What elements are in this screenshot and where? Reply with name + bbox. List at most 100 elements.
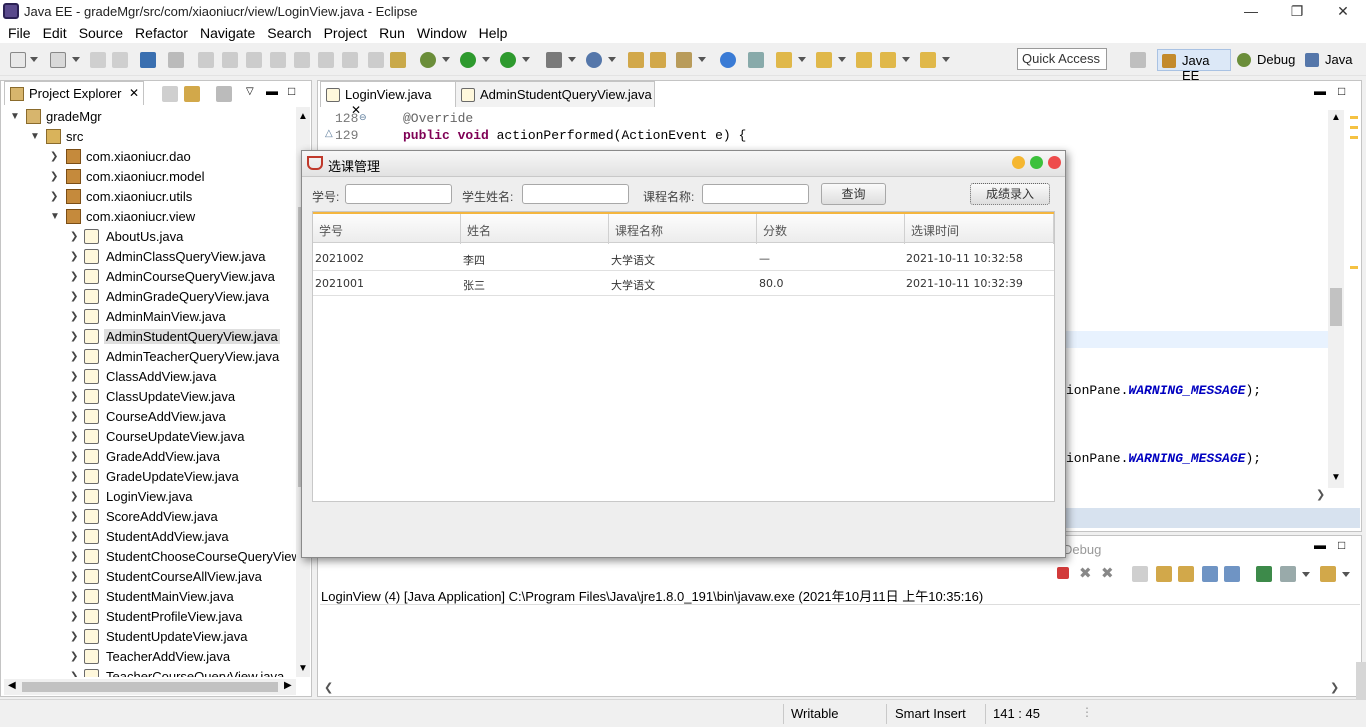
column-header-name[interactable]: 姓名 (461, 214, 609, 244)
scroll-left-icon[interactable]: ❮ (324, 681, 333, 694)
view-menu-icon[interactable]: ▽ (246, 86, 254, 97)
menu-refactor[interactable]: Refactor (127, 23, 192, 41)
remove-all-icon[interactable]: ✖ (1101, 564, 1114, 582)
last-edit-icon[interactable] (856, 52, 872, 68)
remove-launch-icon[interactable]: ✖ (1079, 564, 1092, 582)
web-browser-icon[interactable] (720, 52, 736, 68)
open-type-icon[interactable] (628, 52, 644, 68)
column-header-course-name[interactable]: 课程名称 (609, 214, 757, 244)
fold-icon[interactable]: ⊖ (359, 112, 367, 123)
toggle-mark-icon[interactable] (748, 52, 764, 68)
scroll-down-icon[interactable]: ▼ (298, 663, 308, 674)
dialog-minimize-icon[interactable] (1012, 156, 1025, 169)
scroll-lock-icon[interactable] (1156, 566, 1172, 582)
scroll-right-icon[interactable]: ❯ (1330, 681, 1339, 694)
scroll-down-icon[interactable]: ▼ (1331, 472, 1341, 483)
minimize-icon[interactable]: — (1228, 0, 1274, 23)
scroll-up-icon[interactable]: ▲ (1331, 112, 1341, 123)
use-step-filters-icon[interactable] (390, 52, 406, 68)
filters-icon[interactable] (216, 86, 232, 102)
new-java-class-icon[interactable] (586, 52, 602, 68)
scroll-right-icon[interactable]: ❯ (1316, 488, 1325, 501)
step-into-icon[interactable] (294, 52, 310, 68)
open-console-icon[interactable] (1320, 566, 1336, 582)
new-java-project-icon[interactable] (546, 52, 562, 68)
editor-vertical-scrollbar[interactable]: ▲ ▼ (1328, 110, 1344, 488)
disconnect-icon[interactable] (270, 52, 286, 68)
next-annotation-icon[interactable] (776, 52, 792, 68)
perspective-debug[interactable]: Debug (1233, 49, 1299, 71)
drop-to-frame-icon[interactable] (368, 52, 384, 68)
scroll-up-icon[interactable]: ▲ (298, 111, 308, 122)
step-over-icon[interactable] (318, 52, 334, 68)
close-tab-icon[interactable]: ✕ (129, 86, 139, 100)
open-task-icon[interactable] (650, 52, 666, 68)
menu-window[interactable]: Window (409, 23, 471, 41)
run-last-tool-icon[interactable] (500, 52, 516, 68)
restore-icon[interactable]: ❐ (1274, 0, 1320, 23)
quick-access-field[interactable]: Quick Access (1017, 48, 1107, 70)
save-all-icon[interactable] (112, 52, 128, 68)
scroll-thumb[interactable] (1330, 288, 1342, 326)
debug-tab[interactable]: Debug (1063, 542, 1101, 557)
student-id-input[interactable] (345, 184, 452, 204)
menu-search[interactable]: Search (259, 23, 315, 41)
link-with-editor-icon[interactable] (184, 86, 200, 102)
debug-icon[interactable] (420, 52, 436, 68)
resume-icon[interactable] (198, 52, 214, 68)
column-header-score[interactable]: 分数 (757, 214, 905, 244)
perspective-java-ee[interactable]: Java EE (1157, 49, 1231, 83)
save-icon[interactable] (90, 52, 106, 68)
forward-icon[interactable] (920, 52, 936, 68)
maximize-console-icon[interactable]: □ (1338, 538, 1345, 552)
run-icon[interactable] (460, 52, 476, 68)
tree-horizontal-scrollbar[interactable]: ◀ ▶ (4, 679, 296, 695)
student-name-input[interactable] (522, 184, 629, 204)
menu-edit[interactable]: Edit (35, 23, 71, 41)
maximize-editor-icon[interactable]: □ (1338, 84, 1345, 98)
dialog-title-bar[interactable]: 选课管理 (302, 151, 1065, 177)
editor-tab-adminstudentqueryview[interactable]: AdminStudentQueryView.java (455, 81, 655, 107)
menu-project[interactable]: Project (316, 23, 372, 41)
display-console-icon[interactable] (1280, 566, 1296, 582)
show-stderr-icon[interactable] (1224, 566, 1240, 582)
open-perspective-icon[interactable] (1130, 52, 1146, 68)
new-wizard-icon[interactable] (50, 52, 66, 68)
menu-help[interactable]: Help (471, 23, 512, 41)
word-wrap-icon[interactable] (1178, 566, 1194, 582)
show-stdout-icon[interactable] (1202, 566, 1218, 582)
scroll-thumb[interactable] (22, 682, 278, 692)
perspective-java[interactable]: Java (1301, 49, 1357, 71)
skip-breakpoints-icon[interactable] (168, 52, 184, 68)
menu-run[interactable]: Run (371, 23, 409, 41)
clear-console-icon[interactable] (1132, 566, 1148, 582)
step-return-icon[interactable] (342, 52, 358, 68)
dialog-maximize-icon[interactable] (1030, 156, 1043, 169)
pin-console-icon[interactable] (1256, 566, 1272, 582)
column-header-student-id[interactable]: 学号 (313, 214, 461, 244)
table-row[interactable]: 2021002 李四 大学语文 — 2021-10-11 10:32:58 (313, 246, 1054, 271)
grade-entry-button[interactable]: 成绩录入 (970, 183, 1050, 205)
terminate-icon[interactable] (246, 52, 262, 68)
course-name-input[interactable] (702, 184, 809, 204)
scroll-left-icon[interactable]: ◀ (8, 680, 16, 691)
new-icon[interactable] (10, 52, 26, 68)
editor-tab-loginview[interactable]: LoginView.java ✕ (320, 81, 456, 117)
console-icon[interactable] (140, 52, 156, 68)
close-icon[interactable]: ✕ (1320, 0, 1366, 23)
menu-navigate[interactable]: Navigate (192, 23, 259, 41)
collapse-all-icon[interactable] (162, 86, 178, 102)
dialog-close-icon[interactable] (1048, 156, 1061, 169)
minimize-console-icon[interactable]: ▬ (1314, 538, 1326, 552)
minimize-view-icon[interactable]: ▬ (266, 84, 278, 98)
maximize-view-icon[interactable]: □ (288, 84, 295, 98)
column-header-selection-time[interactable]: 选课时间 (905, 214, 1054, 244)
minimize-editor-icon[interactable]: ▬ (1314, 84, 1326, 98)
scroll-right-icon[interactable]: ▶ (284, 680, 292, 691)
previous-annotation-icon[interactable] (816, 52, 832, 68)
table-row[interactable]: 2021001 张三 大学语文 80.0 2021-10-11 10:32:39 (313, 271, 1054, 296)
suspend-icon[interactable] (222, 52, 238, 68)
menu-source[interactable]: Source (71, 23, 127, 41)
menu-file[interactable]: File (0, 23, 35, 41)
query-button[interactable]: 查询 (821, 183, 886, 205)
